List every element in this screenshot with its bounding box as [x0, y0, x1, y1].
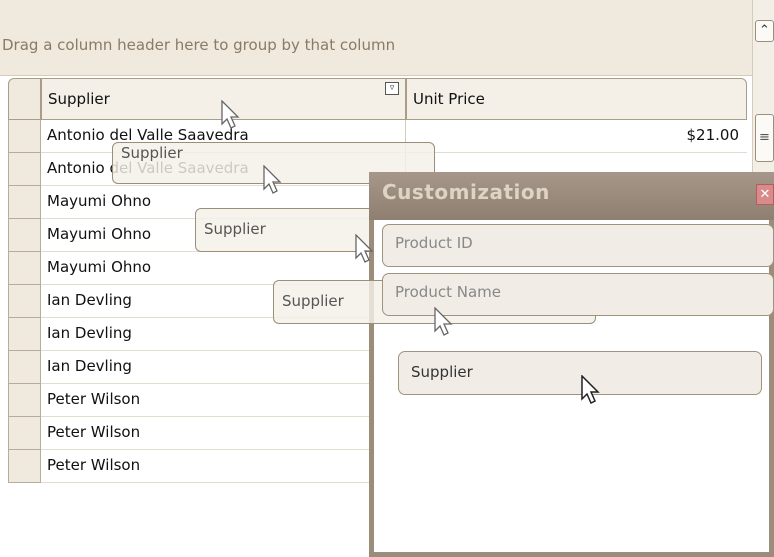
row-indicator-header	[8, 78, 41, 120]
arrow-cursor-icon	[434, 307, 453, 336]
arrow-cursor-icon	[263, 165, 282, 194]
group-by-hint: Drag a column header here to group by th…	[2, 36, 396, 54]
row-indicator[interactable]	[8, 351, 41, 384]
scroll-grip-icon[interactable]: ≡	[755, 114, 774, 162]
cell-supplier[interactable]: Peter Wilson	[41, 450, 406, 483]
row-indicator[interactable]	[8, 153, 41, 186]
row-indicator[interactable]	[8, 186, 41, 219]
row-indicator[interactable]	[8, 450, 41, 483]
arrow-cursor-icon	[221, 100, 240, 129]
row-indicator[interactable]	[8, 417, 41, 450]
row-indicator[interactable]	[8, 120, 41, 153]
filter-dropdown-icon[interactable]: ▿	[385, 82, 399, 95]
cell-supplier[interactable]: Peter Wilson	[41, 417, 406, 450]
customization-item-product-id[interactable]: Product ID	[382, 224, 774, 267]
row-indicator[interactable]	[8, 384, 41, 417]
cell-supplier[interactable]: Ian Devling	[41, 351, 406, 384]
customization-title: Customization	[382, 180, 550, 204]
row-indicator[interactable]	[8, 318, 41, 351]
arrow-cursor-icon	[581, 375, 600, 405]
column-header-label: Unit Price	[413, 90, 485, 108]
close-icon[interactable]: ✕	[756, 184, 774, 205]
row-indicator[interactable]	[8, 285, 41, 318]
row-indicator[interactable]	[8, 252, 41, 285]
chevron-up-icon[interactable]: ⌃	[755, 20, 774, 42]
cell-unit-price[interactable]: $21.00	[406, 120, 747, 153]
cell-supplier[interactable]: Peter Wilson	[41, 384, 406, 417]
column-header-unit-price[interactable]: Unit Price	[406, 78, 747, 120]
row-indicator[interactable]	[8, 219, 41, 252]
arrow-cursor-icon	[355, 234, 374, 263]
column-header-label: Supplier	[48, 90, 110, 108]
